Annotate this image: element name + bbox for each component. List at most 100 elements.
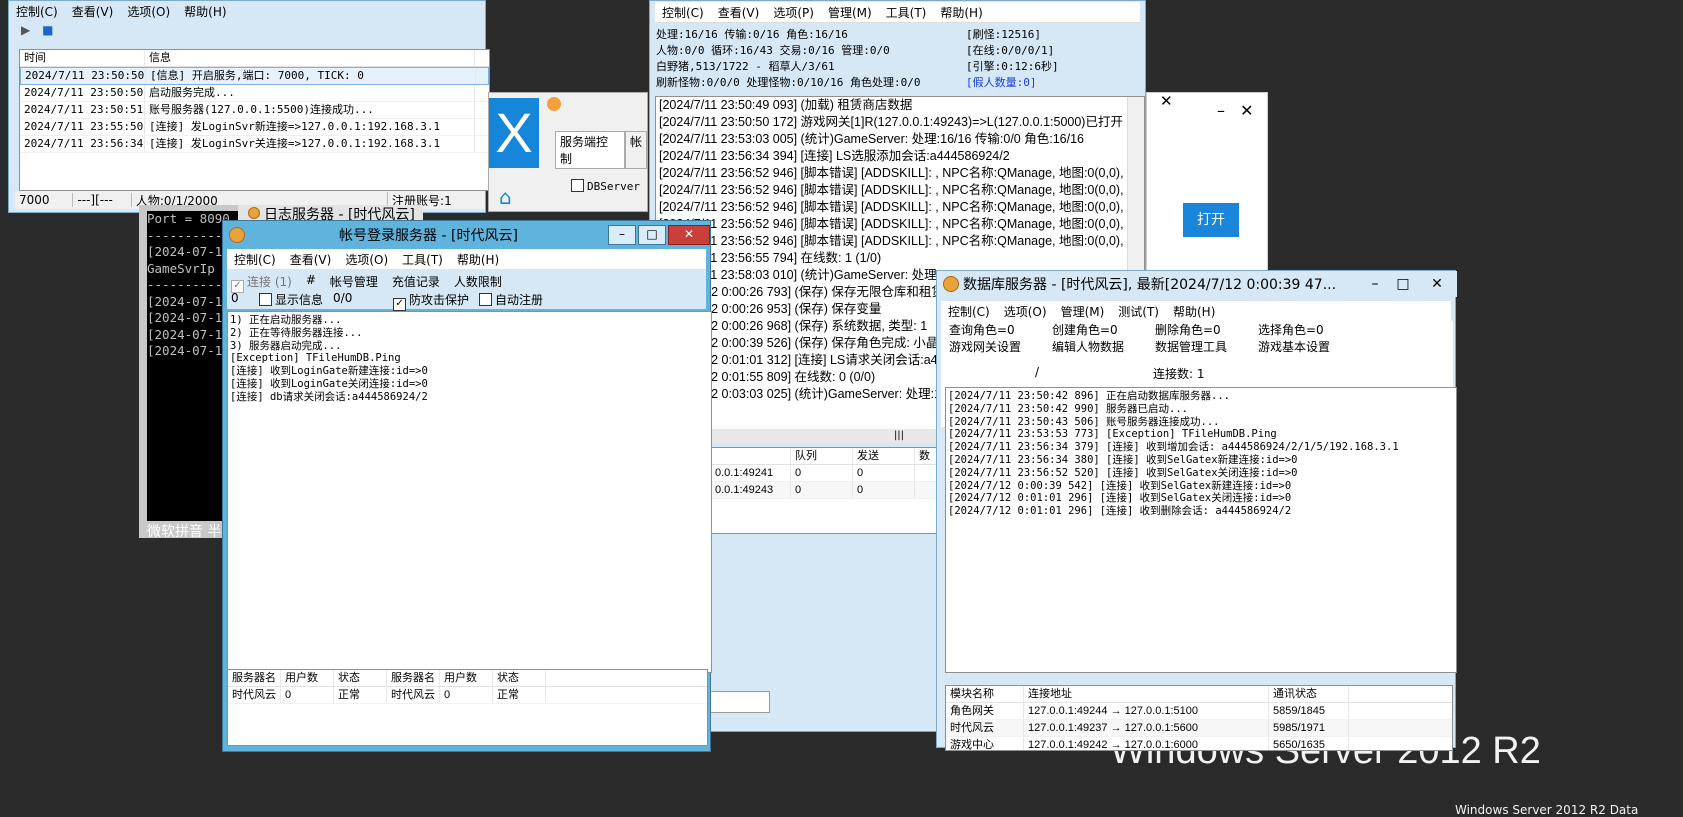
ratio-label: 0/0 <box>333 291 353 305</box>
cell-time: 2024/7/11 23:50:51 <box>20 102 145 118</box>
service-dialog: X ⌂ 服务端控制 帐 DBServer <box>488 92 648 212</box>
account-manage-button[interactable]: 帐号管理 <box>330 273 378 293</box>
table-row[interactable]: 角色网关 127.0.0.1:49244 → 127.0.0.1:5100 5859… <box>946 703 1452 720</box>
db-counter: 创建角色=0 <box>1052 323 1118 337</box>
tab-server-control[interactable]: 服务端控制 <box>555 131 625 169</box>
db-menu-item[interactable]: 管理(M) <box>1054 303 1112 320</box>
db-titlebar: 数据库服务器 - [时代风云], 最新[2024/7/12 0:00:39 47… <box>937 271 1457 297</box>
login-minimize-button[interactable]: – <box>608 225 636 245</box>
db-grid-header: 模块名称 连接地址 通讯状态 <box>946 686 1452 703</box>
db-grid-col[interactable]: 通讯状态 <box>1269 686 1349 702</box>
db-grid-col[interactable]: 模块名称 <box>946 686 1024 702</box>
anti-attack-checkbox[interactable]: ✓ 防攻击保护 <box>393 291 469 311</box>
open-button[interactable]: 打开 <box>1183 203 1239 237</box>
stop-icon[interactable]: ■ <box>42 23 53 37</box>
db-tool-button[interactable]: 游戏网关设置 <box>949 338 1052 355</box>
m2-bottom-input[interactable] <box>710 691 770 713</box>
logserver-table: 时间 信息 2024/7/11 23:50:50 [信息] 开启服务,端口: 70… <box>19 49 490 191</box>
login-grid-col[interactable]: 用户数 <box>281 670 334 686</box>
login-maximize-button[interactable]: □ <box>638 225 666 245</box>
connect-checkbox[interactable]: ✓ 连接 (1) <box>231 273 292 293</box>
login-grid-header: 服务器名 用户数 状态 服务器名 用户数 状态 <box>228 670 707 687</box>
window-minimize-icon[interactable]: – <box>1217 101 1225 120</box>
m2-menu-item[interactable]: 管理(M) <box>821 4 879 21</box>
login-menu-item[interactable]: 查看(V) <box>283 251 339 268</box>
m2-menu-item[interactable]: 查看(V) <box>711 4 767 21</box>
stat-line: [引擎:0:12:6秒] <box>966 60 1059 73</box>
dbserver-checkbox[interactable] <box>571 179 584 192</box>
db-tool-button[interactable]: 编辑人物数据 <box>1052 338 1155 355</box>
login-grid-cell: 0 <box>440 687 493 703</box>
overlap-close-icon[interactable]: ✕ <box>1160 92 1173 110</box>
m2-grid-cell: 0.0.1:49241 <box>711 465 791 481</box>
login-menu-item[interactable]: 控制(C) <box>227 251 283 268</box>
db-grid-cell: 127.0.0.1:49237 → 127.0.0.1:5600 <box>1024 720 1269 736</box>
table-row[interactable]: 2024/7/11 23:50:50 [信息] 开启服务,端口: 7000, TI… <box>20 67 489 85</box>
logserver-menubar: 控制(C) 查看(V) 选项(O) 帮助(H) <box>9 1 485 21</box>
db-tool-button[interactable]: 游戏基本设置 <box>1258 338 1361 355</box>
login-grid-col[interactable]: 服务器名 <box>387 670 440 686</box>
cell-time: 2024/7/11 23:56:34 <box>20 136 145 152</box>
m2-menu-item[interactable]: 帮助(H) <box>933 4 989 21</box>
stat-line: 白野猪,513/1722 - 稻草人/3/61 <box>656 60 835 73</box>
show-info-checkbox[interactable]: 显示信息 <box>259 291 323 311</box>
db-menu-item[interactable]: 帮助(H) <box>1166 303 1222 320</box>
m2-grid-col[interactable]: 发送 <box>853 448 915 464</box>
logserver-menu-item[interactable]: 选项(O) <box>120 3 177 20</box>
m2-menu-item[interactable]: 控制(C) <box>655 4 711 21</box>
log-line: [2024/7/11 23:50:42 896] 正在启动数据库服务器... <box>948 390 1231 402</box>
log-line: [2024/7/11 23:53:53 773] [Exception] TFi… <box>948 428 1277 441</box>
login-grid-col[interactable]: 用户数 <box>440 670 493 686</box>
window-close-icon[interactable]: ✕ <box>1240 101 1253 120</box>
table-row[interactable]: 2024/7/11 23:50:50 启动服务完成... <box>20 85 489 102</box>
play-icon[interactable]: ▶ <box>21 23 30 37</box>
db-grid-col[interactable]: 连接地址 <box>1024 686 1269 702</box>
db-close-button[interactable]: ✕ <box>1417 276 1457 292</box>
table-row[interactable]: 时代风云 0 正常 时代风云 0 正常 <box>228 687 707 704</box>
logserver-menu-item[interactable]: 查看(V) <box>65 3 121 20</box>
login-grid-col[interactable]: 状态 <box>493 670 546 686</box>
table-row[interactable]: 游戏中心 127.0.0.1:49242 → 127.0.0.1:6000 5650… <box>946 737 1452 750</box>
recharge-record-button[interactable]: 充值记录 <box>392 273 440 293</box>
table-row[interactable]: 时代风云 127.0.0.1:49237 → 127.0.0.1:5600 5985… <box>946 720 1452 737</box>
table-row[interactable]: 2024/7/11 23:55:50 [连接] 发LoginSvr新连接=>127… <box>20 119 489 136</box>
dbserver-label: DBServer <box>587 180 640 193</box>
db-maximize-button[interactable]: □ <box>1389 276 1417 292</box>
table-row[interactable]: 2024/7/11 23:56:34 [连接] 发LoginSvr关连接=>127… <box>20 136 489 153</box>
db-tool-button[interactable]: 数据管理工具 <box>1155 338 1258 355</box>
col-time[interactable]: 时间 <box>20 50 145 66</box>
home-icon[interactable]: ⌂ <box>499 185 512 209</box>
db-conn-count: 连接数: 1 <box>1153 367 1205 381</box>
m2-grid-col[interactable]: 队列 <box>791 448 853 464</box>
logserver-table-header: 时间 信息 <box>20 50 489 67</box>
login-grid-col[interactable]: 服务器名 <box>228 670 281 686</box>
table-row[interactable]: 2024/7/11 23:50:51 账号服务器(127.0.0.1:5500)连… <box>20 102 489 119</box>
db-menu-item[interactable]: 控制(C) <box>941 303 997 320</box>
auto-register-checkbox[interactable]: 自动注册 <box>479 291 543 311</box>
dbserver-checkbox-row[interactable]: DBServer <box>571 179 640 193</box>
m2-menubar: 控制(C) 查看(V) 选项(P) 管理(M) 工具(T) 帮助(H) <box>655 2 1140 23</box>
login-menu-item[interactable]: 工具(T) <box>395 251 450 268</box>
db-grid-cell: 角色网关 <box>946 703 1024 719</box>
db-menu-item[interactable]: 测试(T) <box>1111 303 1166 320</box>
login-menu-item[interactable]: 选项(O) <box>338 251 395 268</box>
dialog-app-icon <box>547 97 561 111</box>
tab-account[interactable]: 帐 <box>624 131 647 169</box>
m2-menu-item[interactable]: 工具(T) <box>879 4 934 21</box>
db-menu-item[interactable]: 选项(O) <box>997 303 1054 320</box>
m2-menu-item[interactable]: 选项(P) <box>766 4 821 21</box>
login-grid-col[interactable]: 状态 <box>334 670 387 686</box>
login-close-button[interactable]: ✕ <box>668 225 710 245</box>
login-menu-item[interactable]: 帮助(H) <box>450 251 506 268</box>
db-minimize-button[interactable]: – <box>1361 276 1389 292</box>
db-grid-cell: 5859/1845 <box>1269 703 1349 719</box>
db-app-icon <box>943 276 959 292</box>
m2-grid-col[interactable] <box>711 448 791 464</box>
cell-time: 2024/7/11 23:50:50 <box>20 85 145 101</box>
status-dash: ---][--- <box>73 193 132 207</box>
logserver-menu-item[interactable]: 控制(C) <box>9 3 65 20</box>
log-line: [连接] 收到LoginGate关闭连接:id=>0 <box>230 377 428 390</box>
col-info[interactable]: 信息 <box>145 50 475 66</box>
player-limit-button[interactable]: 人数限制 <box>454 273 502 293</box>
logserver-menu-item[interactable]: 帮助(H) <box>177 3 233 20</box>
